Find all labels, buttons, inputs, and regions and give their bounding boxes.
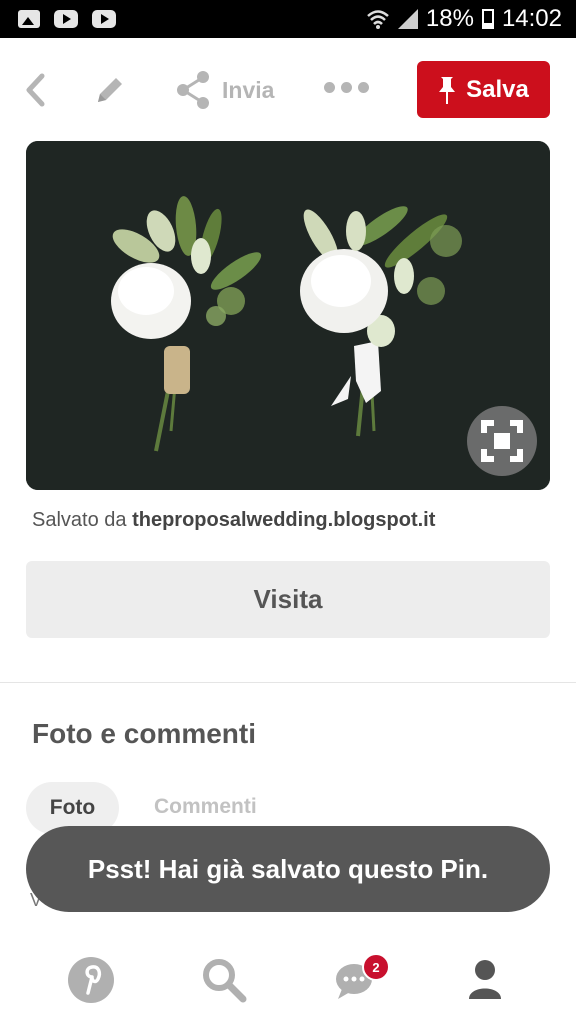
profile-icon [469,960,501,999]
search-icon [203,959,247,1003]
gallery-icon [18,10,40,28]
visit-button[interactable]: Visita [26,561,550,638]
youtube-icon [92,10,116,28]
section-title: Foto e commenti [32,718,257,749]
nav-search[interactable] [199,955,249,1005]
clock: 14:02 [501,5,562,32]
toast-message: Psst! Hai già salvato questo Pin. [26,826,550,912]
pin-icon [439,76,456,104]
expand-image-button[interactable] [467,406,537,476]
nav-home[interactable] [66,955,116,1005]
messages-badge: 2 [362,953,390,981]
tab-comments[interactable]: Commenti [154,795,257,819]
share-button[interactable]: Invia [174,68,274,112]
share-label: Invia [222,76,275,103]
saved-from-prefix: Salvato da [32,509,127,531]
saved-from-source[interactable]: theproposalwedding.blogspot.it [132,509,435,531]
save-button[interactable]: Salva [417,61,550,118]
visit-label: Visita [253,584,323,614]
status-bar: 18% 14:02 [0,0,576,38]
wifi-icon [367,10,389,29]
expand-icon [481,420,523,462]
battery-icon [481,9,494,29]
signal-icon [397,9,418,29]
pin-toolbar: Invia Salva [0,38,576,140]
tab-photos-label: Foto [49,796,96,819]
nav-messages[interactable]: 2 [330,953,390,1005]
pin-image[interactable] [26,141,550,490]
bottom-nav: 2 [0,930,576,1024]
pinterest-home-icon [68,957,114,1003]
back-icon[interactable] [22,72,50,108]
more-icon[interactable] [324,82,369,93]
save-label: Salva [466,75,529,103]
battery-percent: 18% [425,5,474,32]
share-icon [177,71,209,109]
saved-from-line: Salvato da theproposalwedding.blogspot.i… [32,509,435,532]
divider [0,682,576,683]
edit-icon[interactable] [92,72,128,108]
youtube-icon [54,10,78,28]
toast-text: Psst! Hai già salvato questo Pin. [87,853,489,884]
nav-profile[interactable] [460,955,510,1005]
